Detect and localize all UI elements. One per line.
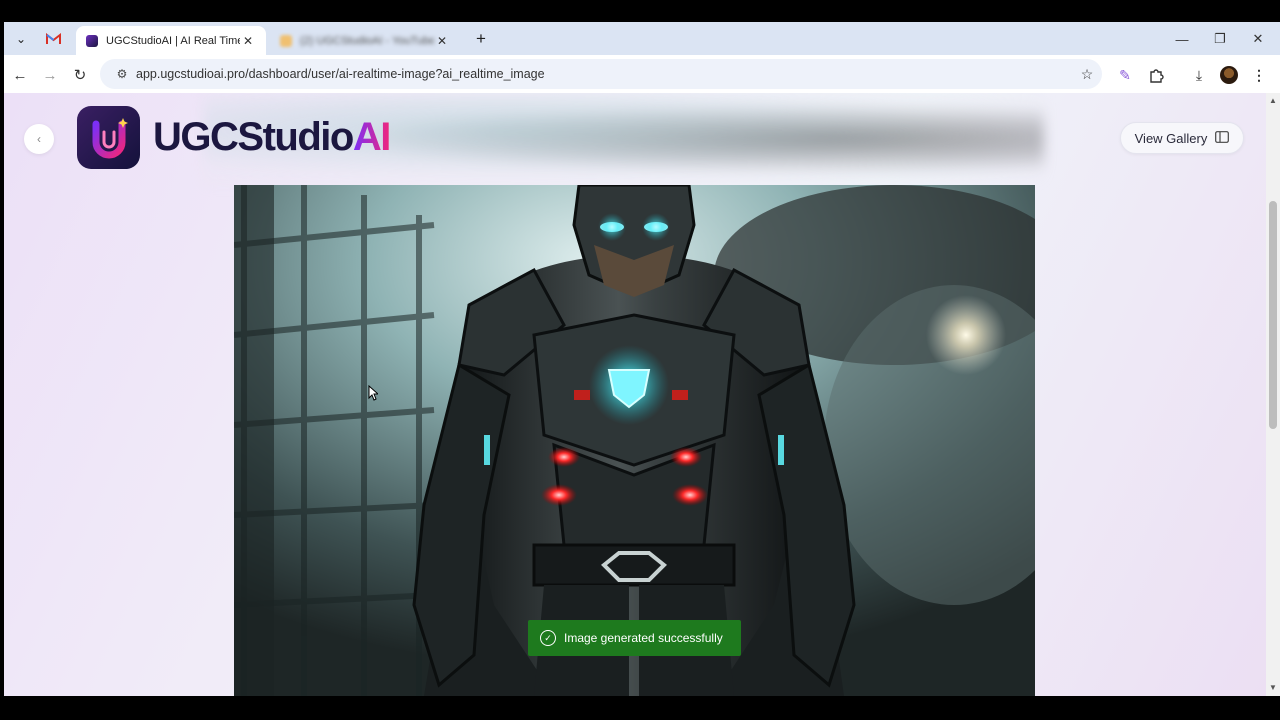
page-scrollbar[interactable]: ▲ ▼ [1266,93,1280,696]
tab-strip: ⌄ UGCStudioAI | AI Real Time Ima ✕ (2) U… [4,22,1280,56]
screen-frame: ⌄ UGCStudioAI | AI Real Time Ima ✕ (2) U… [0,0,1280,720]
kebab-menu-icon[interactable]: ⋮ [1248,64,1270,86]
close-window-icon[interactable]: ✕ [1240,28,1276,50]
brand-accent: AI [352,115,392,159]
scroll-up-icon[interactable]: ▲ [1268,96,1278,106]
mouse-cursor-icon [368,384,380,406]
reload-icon[interactable]: ↻ [68,63,92,87]
minimize-icon[interactable]: — [1164,28,1200,50]
tab-title: (2) UGCStudioAI - YouTube [300,35,434,47]
view-gallery-label: View Gallery [1134,130,1208,146]
chevron-left-icon[interactable]: ‹ [24,124,54,154]
brand-main: UGCStudio [153,115,354,159]
toast-message: Image generated successfully [564,631,723,645]
url-text[interactable]: app.ugcstudioai.pro/dashboard/user/ai-re… [136,67,1072,81]
close-icon[interactable]: ✕ [434,33,450,49]
address-bar[interactable]: ⚙ app.ugcstudioai.pro/dashboard/user/ai-… [100,59,1102,89]
pen-icon[interactable]: ✎ [1114,64,1136,86]
view-gallery-button[interactable]: View Gallery [1120,122,1244,154]
arrow-left-icon[interactable]: ← [8,63,32,87]
check-circle-icon: ✓ [540,630,556,646]
tab-ugcstudioai[interactable]: UGCStudioAI | AI Real Time Ima ✕ [76,26,266,56]
favicon-icon [86,35,98,47]
download-icon[interactable]: ⤓ [1188,64,1210,86]
favicon-icon [280,35,292,47]
close-icon[interactable]: ✕ [240,33,256,49]
scroll-thumb[interactable] [1269,201,1277,429]
browser-window: ⌄ UGCStudioAI | AI Real Time Ima ✕ (2) U… [4,22,1280,696]
gmail-icon[interactable] [42,28,64,50]
logo-icon[interactable] [77,106,140,169]
brand-name: UGCStudioAI [153,115,392,160]
puzzle-icon[interactable] [1145,64,1167,86]
app-header: ‹ UGCStudioAI View Gallery [4,93,1266,185]
restore-icon[interactable]: ❐ [1202,28,1238,50]
page-content: ‹ UGCStudioAI View Gallery ✓ Image gener… [4,93,1266,696]
tab-title: UGCStudioAI | AI Real Time Ima [106,35,240,47]
success-toast: ✓ Image generated successfully [528,620,741,656]
chevron-down-icon[interactable]: ⌄ [10,28,32,50]
browser-toolbar: ← → ↻ ⚙ app.ugcstudioai.pro/dashboard/us… [4,55,1280,93]
plus-icon[interactable]: + [470,28,492,50]
tab-youtube[interactable]: (2) UGCStudioAI - YouTube ✕ [270,26,460,56]
gallery-panel-icon [1215,130,1230,146]
avatar-icon[interactable] [1218,64,1240,86]
arrow-right-icon[interactable]: → [38,63,62,87]
scroll-down-icon[interactable]: ▼ [1268,683,1278,693]
star-icon[interactable]: ☆ [1072,66,1102,83]
tune-icon[interactable]: ⚙ [108,67,136,81]
